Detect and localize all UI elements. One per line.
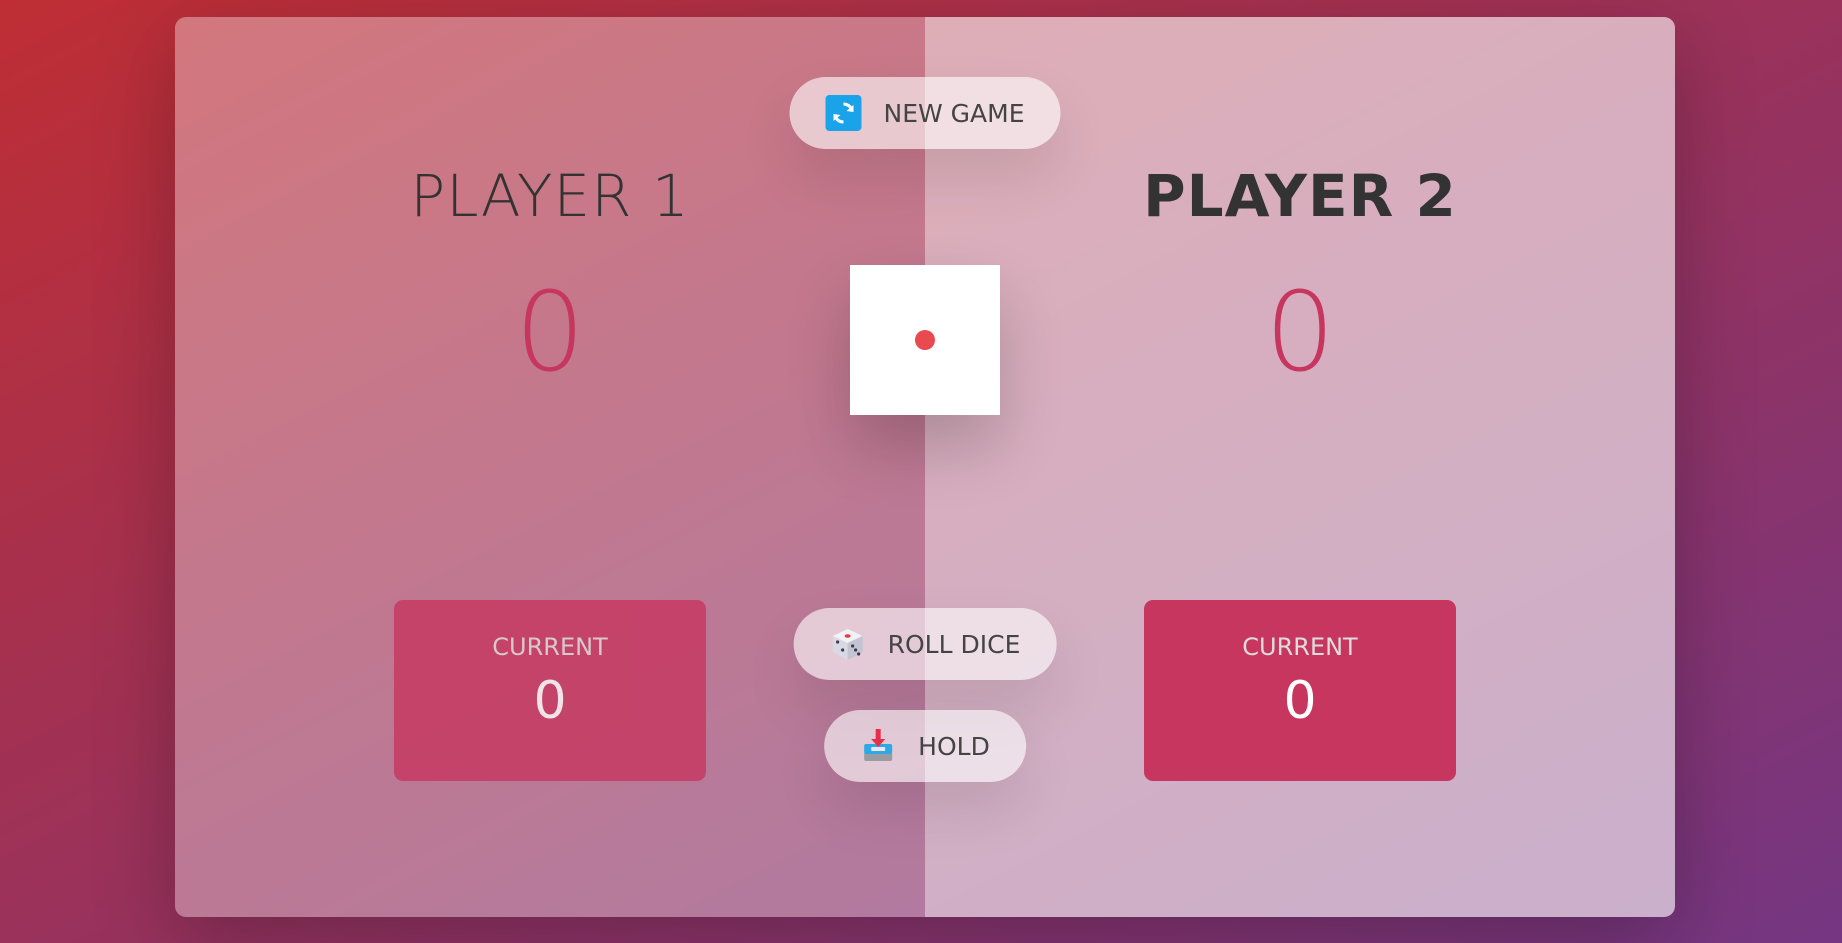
player-1-name: PLAYER 1	[410, 162, 690, 230]
player-2-current-score: 0	[1283, 671, 1317, 731]
refresh-icon	[825, 95, 862, 131]
new-game-label: NEW GAME	[883, 98, 1025, 128]
roll-dice-label: ROLL DICE	[887, 629, 1021, 659]
player-1-panel: PLAYER 1 0 CURRENT 0	[175, 17, 925, 917]
player-2-name: PLAYER 2	[1143, 162, 1457, 230]
hold-button[interactable]: HOLD	[824, 710, 1026, 782]
player-1-current-box: CURRENT 0	[394, 600, 706, 781]
player-1-total-score: 0	[515, 268, 585, 396]
player-1-current-label: CURRENT	[492, 633, 608, 661]
inbox-download-icon	[860, 728, 896, 764]
player-2-current-label: CURRENT	[1242, 633, 1358, 661]
hold-label: HOLD	[918, 731, 990, 761]
dice-face	[850, 265, 1000, 415]
roll-dice-button[interactable]: ROLL DICE	[793, 608, 1057, 680]
game-board: PLAYER 1 0 CURRENT 0 PLAYER 2 0 CURRENT …	[175, 17, 1675, 917]
player-1-current-score: 0	[533, 671, 567, 731]
player-2-panel: PLAYER 2 0 CURRENT 0	[925, 17, 1675, 917]
player-2-current-box: CURRENT 0	[1144, 600, 1456, 781]
new-game-button[interactable]: NEW GAME	[789, 77, 1061, 149]
dice-icon	[830, 626, 866, 662]
player-2-total-score: 0	[1265, 268, 1335, 396]
dice-pip	[915, 330, 935, 350]
